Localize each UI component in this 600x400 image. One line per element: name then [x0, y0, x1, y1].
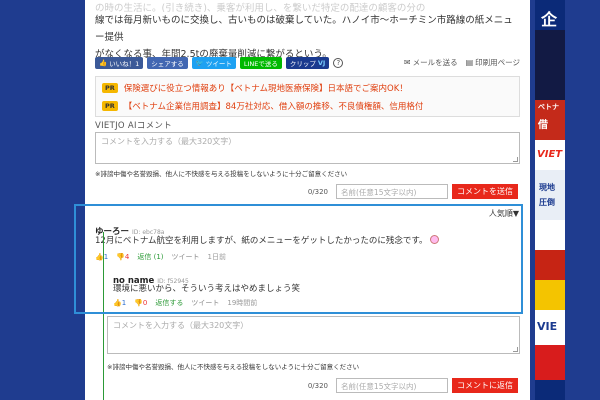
sidebar-banner[interactable]	[535, 30, 565, 100]
help-icon[interactable]: ?	[333, 58, 344, 68]
comment-input[interactable]: コメントを入力する（最大320文字）	[95, 132, 520, 164]
reply-placeholder: コメントを入力する（最大320文字）	[113, 321, 249, 330]
char-count: 0/320	[307, 381, 328, 390]
tweet-button[interactable]: 🐦 ツイート	[191, 57, 236, 69]
pr-badge: PR	[102, 83, 118, 93]
reply-input[interactable]: コメントを入力する（最大320文字）	[107, 316, 520, 354]
comment-section-label: VIETJO AIコメント	[95, 121, 173, 131]
sidebar-banner[interactable]	[535, 345, 565, 380]
print-link[interactable]: ▤ 印刷用ページ	[466, 57, 520, 68]
reply-submit-button[interactable]: コメントに返信	[452, 378, 518, 393]
name-input[interactable]: 名前(任意15文字以内)	[336, 378, 448, 393]
article-line: の時の生活に。(引き続き)、乗客が利用し、を繋いだ特定の配達の顧客の分の	[95, 3, 426, 12]
sidebar-banner[interactable]	[535, 250, 565, 280]
send-comment-button[interactable]: コメントを送信	[452, 184, 518, 199]
name-input[interactable]: 名前(任意15文字以内)	[336, 184, 448, 199]
comment-controls: 0/320 名前(任意15文字以内) コメントを送信	[308, 184, 518, 199]
pr-badge: PR	[102, 101, 118, 111]
sidebar-banner[interactable]	[535, 220, 565, 250]
print-icon: ▤	[465, 58, 474, 67]
twitter-icon: 🐦	[195, 59, 204, 67]
article-text: の時の生活に。(引き続き)、乗客が利用し、を繋いだ特定の配達の顧客の分の 線では…	[95, 3, 520, 63]
sidebar-logo[interactable]: VIE	[535, 310, 565, 345]
mail-icon: ✉	[403, 58, 411, 67]
article-line: 線では毎月新いものに交換し、古いものは破棄していた。ハノイ市～ホーチミン市路線の…	[95, 15, 513, 43]
clip-button[interactable]: クリップ VJ	[285, 57, 330, 69]
sidebar-logo[interactable]: VIET	[535, 140, 565, 170]
sidebar-banner[interactable]: 現地 圧倒	[535, 170, 565, 220]
sidebar-ads: 企 ベトナ 借 VIET 現地 圧倒 VIE	[535, 0, 565, 400]
pr-link[interactable]: PR 保険選びに役立つ情報あり【ベトナム現地医療保険】日本語でご案内OK！	[102, 82, 408, 94]
pr-text: 【ベトナム企業信用調査】84万社対応、借入額の推移、不良債権額、信用格付	[123, 102, 424, 112]
like-button[interactable]: 👍 いいね！1	[95, 57, 144, 69]
reply-controls: 0/320 名前(任意15文字以内) コメントに返信	[308, 378, 518, 393]
page-tools: ✉ メールを送る ▤ 印刷用ページ	[404, 57, 520, 68]
thumb-icon: 👍	[99, 59, 108, 67]
facebook-share-button[interactable]: シェアする	[147, 57, 188, 69]
highlight-frame	[74, 204, 523, 314]
comment-warning: ※誹謗中傷や名誉毀損、他人に不快感を与える投稿をしないように十分ご留意ください	[95, 170, 348, 178]
line-share-button[interactable]: LINEで送る	[239, 57, 282, 69]
reply-warning: ※誹謗中傷や名誉毀損、他人に不快感を与える投稿をしないように十分ご留意ください	[107, 363, 360, 371]
comment-placeholder: コメントを入力する（最大320文字）	[101, 137, 237, 146]
sidebar-banner[interactable]	[535, 280, 565, 310]
pr-text: 保険選びに役立つ情報あり【ベトナム現地医療保険】日本語でご案内OK！	[123, 84, 408, 94]
pr-box: PR 保険選びに役立つ情報あり【ベトナム現地医療保険】日本語でご案内OK！ PR…	[95, 76, 520, 117]
mail-link[interactable]: ✉ メールを送る	[404, 57, 458, 68]
char-count: 0/320	[307, 187, 328, 196]
sidebar-banner[interactable]: ベトナ 借	[535, 100, 565, 140]
resize-handle[interactable]	[513, 347, 518, 352]
pr-link[interactable]: PR 【ベトナム企業信用調査】84万社対応、借入額の推移、不良債権額、信用格付	[102, 100, 423, 112]
article-page: の時の生活に。(引き続き)、乗客が利用し、を繋いだ特定の配達の顧客の分の 線では…	[85, 0, 530, 400]
resize-handle[interactable]	[513, 157, 518, 162]
share-bar: 👍 いいね！1 シェアする 🐦 ツイート LINEで送る クリップ VJ ?	[95, 57, 344, 69]
sidebar-banner[interactable]: 企	[535, 0, 565, 30]
